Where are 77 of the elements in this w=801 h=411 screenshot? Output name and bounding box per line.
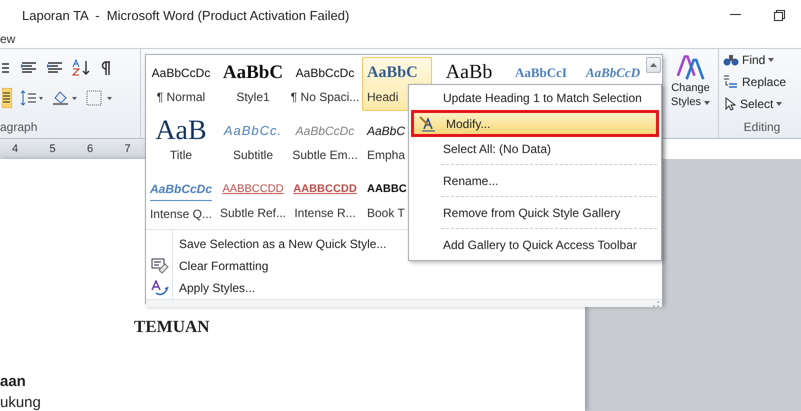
sort-icon[interactable] [72,58,92,77]
pilcrow-icon[interactable] [100,60,112,76]
group-label: agraph [0,120,38,136]
style-sample: AaBbCcDc [296,64,354,82]
style-name: Title [170,148,192,162]
pencil-letter-icon [419,116,437,132]
style-name: ¶ No Spaci... [290,90,360,104]
style-sample: AABBCCDD [222,182,284,196]
style-sample: AaBbCcDc [152,64,210,82]
apply-styles-icon [151,280,169,296]
borders-icon[interactable] [86,90,114,106]
ruler-number: 5 [48,143,57,156]
gallery-menu-item[interactable]: Apply Styles... [173,277,256,299]
style-option[interactable]: AaBbC Style1 [218,57,288,111]
style-sample: AaBbC [222,61,284,84]
style-option[interactable]: AaBbCcDc ¶ Normal [146,57,216,111]
minimize-icon [730,14,740,16]
editing-button[interactable]: Find [723,48,801,71]
style-sample: AaBbC [367,62,418,82]
style-name: Style1 [236,90,270,104]
style-name: Intense R... [294,206,356,220]
justify-icon[interactable] [2,88,12,108]
document-text: aan [0,372,26,390]
menu-item[interactable]: Select All: (No Data) [411,138,659,160]
dropdown-caret-icon [776,102,782,106]
resize-grip-icon[interactable] [652,300,659,307]
style-name: Subtle Ref... [220,206,286,220]
style-sample: AaBbCcDc [150,177,212,201]
list-icon[interactable] [2,60,12,75]
up-arrow-icon [650,63,657,67]
style-sample: AaBbCc. [224,122,282,140]
restore-icon [774,10,784,20]
editing-button[interactable]: Replace [723,70,801,93]
style-sample: AaBbC [367,122,406,140]
group-label: Editing [742,120,782,136]
ribbon-tab[interactable]: ew [0,32,16,46]
binoculars-icon [723,52,739,67]
style-name: Subtle Em... [292,148,358,162]
style-option[interactable]: AABBCCDD Subtle Ref... [218,173,288,227]
scroll-up-button[interactable] [646,57,661,73]
style-sample: AaB [155,119,207,142]
menu-item[interactable]: Modify... [411,110,659,137]
style-option[interactable]: AaBbCcDc Intense Q... [146,173,216,227]
ruler-number: 6 [86,143,94,156]
style-name: Book T [367,206,405,220]
style-name: Subtitle [232,148,274,162]
style-option[interactable]: AABBCCDD Intense R... [290,173,360,227]
dropdown-caret-icon [768,58,774,62]
gallery-menu-item[interactable]: Clear Formatting [173,255,268,277]
eraser-icon [151,258,169,274]
menu-item[interactable]: Rename... [411,170,659,192]
style-option[interactable]: AaBbCc. Subtitle [218,115,288,169]
style-name: Empha [367,148,406,162]
style-option[interactable]: AaBbCcDc ¶ No Spaci... [290,57,360,111]
shading-icon[interactable] [52,90,78,106]
window-title: Laporan TA - Microsoft Word (Product Activation Failed) [22,8,350,22]
replace-icon [723,74,739,89]
cursor-icon [723,96,737,111]
style-option[interactable]: AaBbCcDc Subtle Em... [290,115,360,169]
ruler-number: 4 [11,143,20,156]
style-sample: AABBCCDD [293,182,357,196]
gallery-menu-item[interactable]: Save Selection as a New Quick Style... [173,233,386,255]
letters-icon [676,52,706,81]
ruler-number: 7 [124,143,132,156]
style-name: Headi [367,90,398,104]
style-option[interactable]: AaB Title [146,115,216,169]
style-name: ¶ Normal [156,90,206,104]
menu-item[interactable]: Remove from Quick Style Gallery [411,202,659,224]
style-sample: AABBC [367,182,407,196]
editing-button[interactable]: Select [723,92,801,115]
document-text: ukung [0,394,41,411]
document-heading: TEMUAN [134,316,210,337]
style-sample: AaBbCcDc [296,122,354,140]
style-name: Intense Q... [150,207,212,221]
dropdown-caret-icon [704,100,710,105]
menu-item[interactable]: Add Gallery to Quick Access Toolbar [411,234,659,256]
line-spacing-icon[interactable] [20,90,44,106]
